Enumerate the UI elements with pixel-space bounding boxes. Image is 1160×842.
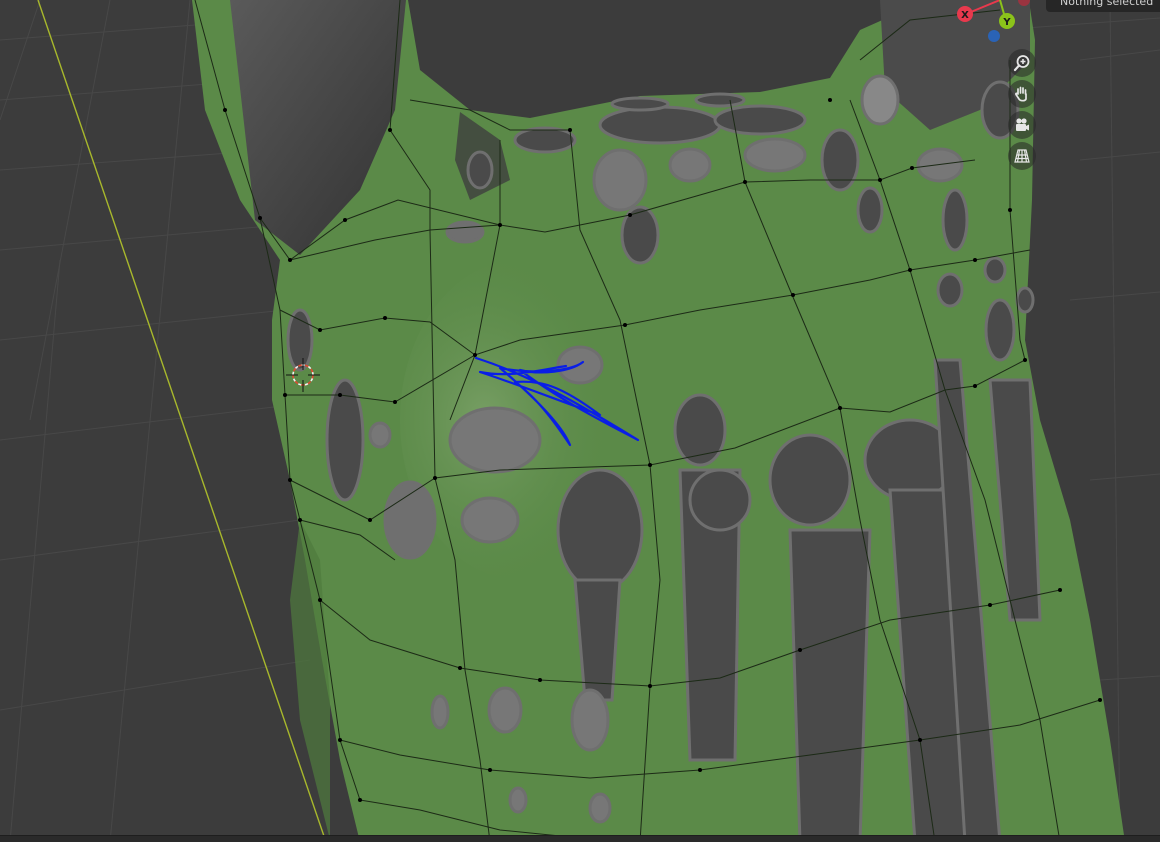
perspective-toggle-button[interactable]: [1008, 142, 1036, 170]
navigation-gizmo[interactable]: X Y: [950, 0, 1030, 46]
gizmo-z-axis[interactable]: [988, 30, 1000, 42]
3d-viewport[interactable]: X Y Nothing selected: [0, 0, 1160, 842]
pan-button[interactable]: [1008, 80, 1036, 108]
selection-status: Nothing selected: [1046, 0, 1160, 12]
gizmo-x-label: X: [961, 10, 969, 21]
camera-icon: [1016, 118, 1029, 131]
viewport-scene[interactable]: [0, 0, 1160, 842]
magnifier-plus-icon: [1013, 55, 1030, 72]
zoom-button[interactable]: [1008, 49, 1036, 77]
camera-view-button[interactable]: [1008, 111, 1036, 139]
gizmo-y-label: Y: [1002, 17, 1011, 28]
mesh-object[interactable]: [192, 0, 1125, 842]
viewport-bottom-edge: [0, 835, 1160, 842]
gizmo-neg-x[interactable]: [1018, 0, 1030, 6]
hand-icon: [1015, 86, 1027, 102]
grid-perspective-icon: [1014, 149, 1030, 163]
